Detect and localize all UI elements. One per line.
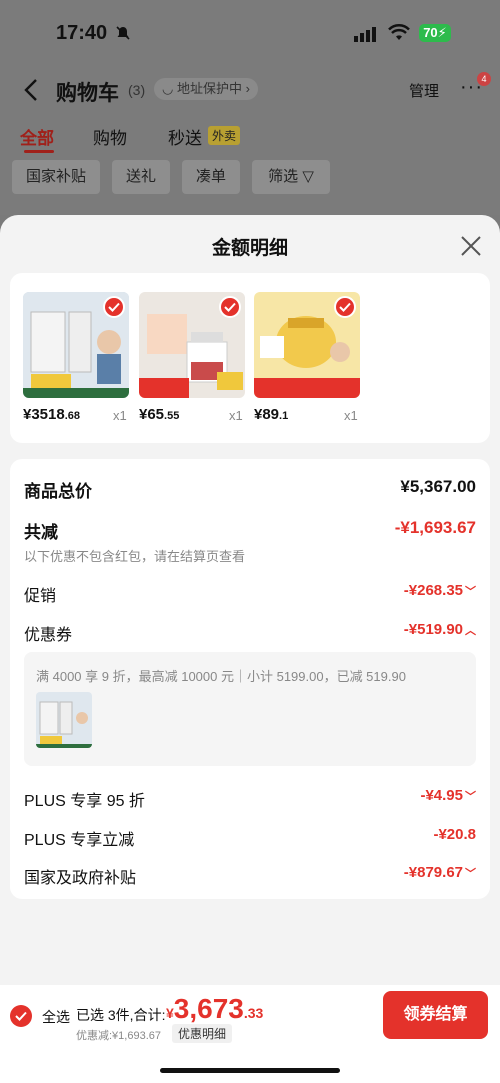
filter-bundle[interactable]: 凑单 [182,160,240,194]
coupon-detail-box: 满 4000 享 9 折，最高减 10000 元｜小计 5199.00，已减 5… [24,652,476,766]
mute-bell-icon [116,26,130,40]
page-title: 购物车 [56,82,119,105]
coupon-product-thumbnail [36,692,92,748]
product-list-card: ¥3518.68 x1 ¥65.55 x1 ¥89.1 x1 [10,273,490,443]
tab-bar: 全部 购物 秒送 外卖 [0,124,500,154]
reduce-label: 共减 [24,523,58,542]
manage-button[interactable]: 管理 [409,80,439,101]
coupon-label: 优惠券 [24,627,73,644]
price-summary-card: 商品总价 ¥5,367.00 共减 -¥1,693.67 以下优惠不包含红包，请… [10,459,490,899]
plus-direct-label: PLUS 专享立减 [24,832,135,849]
waimai-badge: 外卖 [208,126,241,145]
battery-icon: 70⚡ [419,24,451,42]
checkout-total: ¥3,673.33 [166,993,264,1024]
promo-label: 促销 [24,588,57,605]
product-qty: x1 [229,408,243,423]
nav-bar: 购物车 (3) ◡ 地址保护中 › 管理 ··· 4 [0,72,500,108]
chevron-up-icon: ︿ [465,625,476,637]
signal-icon [354,27,376,42]
coupon-detail-text: 满 4000 享 9 折，最高减 10000 元｜小计 5199.00，已减 5… [36,669,406,684]
message-badge: 4 [477,72,491,86]
subsidy-value: -¥879.67 ﹀ [403,864,476,881]
selected-count: 已选 3件,合计: [76,1007,166,1023]
selected-check-icon [103,296,125,318]
tab-shopping[interactable]: 购物 [93,124,127,149]
chevron-down-icon: ﹀ [465,586,476,598]
plus-direct-value: -¥20.8 [433,826,476,843]
product-qty: x1 [113,408,127,423]
product-image [139,292,245,398]
product-image [254,292,360,398]
filter-subsidy[interactable]: 国家补贴 [12,160,100,194]
coupon-value: -¥519.90 ︿ [403,621,476,638]
product-qty: x1 [344,408,358,423]
subsidy-label: 国家及政府补贴 [24,870,137,887]
filter-gift[interactable]: 送礼 [112,160,170,194]
product-price: ¥3518.68 [23,406,81,423]
product-price: ¥65.55 [139,406,180,423]
wifi-icon [388,24,410,40]
select-all-checkbox[interactable] [10,1005,32,1027]
chevron-down-icon: ﹀ [465,868,476,880]
sheet-title: 金额明细 [211,238,288,259]
total-value: ¥5,367.00 [400,477,476,496]
plus95-value: -¥4.95 ﹀ [420,787,476,804]
discount-total: 优惠减:¥1,693.67 [76,1030,161,1042]
home-indicator [160,1068,340,1073]
filter-button[interactable]: 筛选 ▽ [252,160,330,194]
discount-detail-button[interactable]: 优惠明细 [172,1024,233,1043]
close-icon[interactable] [460,235,482,257]
cart-count: (3) [128,82,146,98]
selected-check-icon [334,296,356,318]
reduce-value: -¥1,693.67 [394,518,476,537]
reduce-note: 以下优惠不包含红包，请在结算页查看 [24,549,246,564]
back-arrow-icon[interactable] [24,78,38,102]
filter-bar: 国家补贴 送礼 凑单 筛选 ▽ [0,160,500,194]
checkout-button[interactable]: 领券结算 [383,991,488,1039]
amount-detail-sheet: 金额明细 ¥3518.68 x1 ¥65.55 x1 ¥89.1 x1 商品总价… [0,215,500,1083]
tab-miaosong[interactable]: 秒送 [168,124,202,149]
tab-underline [24,150,54,153]
status-bar: 17:40 70⚡ [0,0,500,64]
promo-value: -¥268.35 ﹀ [403,582,476,599]
select-all-label[interactable]: 全选 [42,1007,70,1027]
product-item[interactable]: ¥89.1 x1 [254,292,362,423]
tab-all[interactable]: 全部 [20,124,54,149]
product-price: ¥89.1 [254,406,289,423]
product-item[interactable]: ¥3518.68 x1 [23,292,131,423]
product-image [23,292,129,398]
plus95-label: PLUS 专享 95 折 [24,793,145,810]
total-label: 商品总价 [24,482,92,501]
address-protection[interactable]: ◡ 地址保护中 › [154,78,258,100]
selected-check-icon [219,296,241,318]
product-item[interactable]: ¥65.55 x1 [139,292,247,423]
status-time: 17:40 [56,22,108,44]
chevron-down-icon: ﹀ [465,791,476,803]
